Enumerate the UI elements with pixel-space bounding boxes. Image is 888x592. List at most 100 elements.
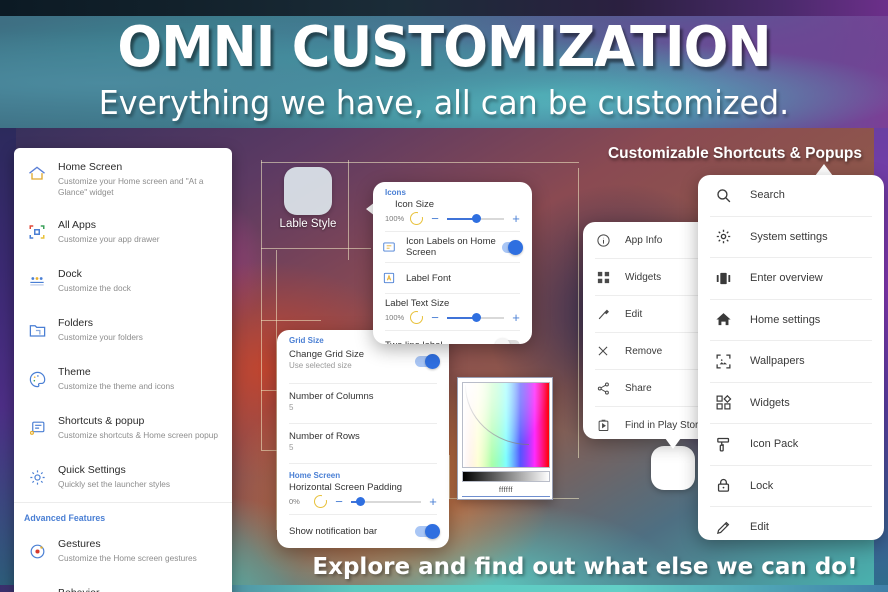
popup-item-home-settings[interactable]: Home settings [698,300,884,341]
sidebar-item-quick-settings[interactable]: Quick Settings Quickly set the launcher … [14,451,232,500]
sidebar-item-desc: Customize your app drawer [58,234,160,244]
increase-icon[interactable]: + [427,495,439,508]
show-notification-bar-toggle[interactable] [415,524,440,539]
popup-item-search[interactable]: Search [698,175,884,216]
sidebar-item-gestures[interactable]: Gestures Customize the Home screen gestu… [14,525,232,574]
sidebar-item-folders[interactable]: Folders Customize your folders [14,304,232,353]
home-icon [712,309,734,331]
icon-labels-toggle[interactable] [501,239,523,255]
color-picker-hex-input[interactable]: ffffff [462,484,550,497]
search-icon [712,184,734,206]
reset-icon[interactable] [410,212,423,225]
horizontal-padding-label: Horizontal Screen Padding [289,482,403,493]
two-line-label-toggle[interactable] [495,337,520,344]
change-grid-size-toggle[interactable] [415,354,440,369]
grid-guide-h3 [261,320,321,321]
number-of-columns-label: Number of Columns [289,391,374,402]
label-text-size-track[interactable] [447,313,504,322]
icons-popup-header: Icons [385,188,406,197]
color-picker-dialog[interactable]: ffffff [457,377,553,500]
popup-item-label: App Info [625,234,663,246]
home-screen-section-label: Home Screen [289,471,341,480]
horizontal-padding-track[interactable] [351,497,421,506]
horizontal-padding-value: 0% [289,497,300,506]
home-screen-selected-icon[interactable] [651,446,695,490]
sidebar-item-shortcuts-popup[interactable]: Shortcuts & popup Customize shortcuts & … [14,402,232,451]
popup-item-wallpapers[interactable]: Wallpapers [698,341,884,382]
icon-size-track[interactable] [447,214,504,223]
reset-icon[interactable] [314,495,327,508]
number-of-columns-row[interactable]: Number of Columns 5 [277,384,449,423]
change-grid-size-row[interactable]: Change Grid Size Use selected size [277,347,449,383]
brush-icon [593,303,613,325]
two-line-label-row[interactable]: Two line label [373,331,532,344]
popup-item-label: Enter overview [750,272,823,285]
popup-item-edit[interactable]: Edit [698,507,884,540]
popup-item-system-settings[interactable]: System settings [698,217,884,258]
icon-labels-row[interactable]: Icon Labels on Home Screen [373,232,532,262]
decrease-icon[interactable]: − [429,212,441,225]
popup-item-label: Wallpapers [750,355,805,368]
popup-item-label: Lock [750,479,774,492]
grid-guide-v5 [449,455,450,499]
popup-item-label: Widgets [750,396,790,409]
sidebar-item-label: Theme [58,366,91,378]
label-text-size-label: Label Text Size [385,298,450,309]
decrease-icon[interactable]: − [333,495,345,508]
popup-item-label: System settings [750,230,828,243]
grid-guide-h2 [261,248,371,249]
sidebar-item-label: Shortcuts & popup [58,415,145,427]
font-icon [381,267,397,289]
increase-icon[interactable]: + [510,212,522,225]
icon-size-value: 100% [385,214,405,223]
sidebar-item-desc: Quickly set the launcher styles [58,479,171,489]
sidebar-item-all-apps[interactable]: All Apps Customize your app drawer [14,206,232,255]
icon-size-slider-row[interactable]: 100% − + [373,210,532,231]
grid-guide-h1 [261,162,579,163]
increase-icon[interactable]: + [510,311,522,324]
sidebar-item-label: All Apps [58,219,96,231]
popup-item-label: Search [750,189,785,202]
gear-icon [22,462,52,492]
popup-item-lock[interactable]: Lock [698,466,884,507]
change-grid-size-desc: Use selected size [289,361,352,370]
shortcuts-icon [22,413,52,443]
popup-item-enter-overview[interactable]: Enter overview [698,258,884,299]
behavior-icon [22,585,52,592]
change-grid-size-label: Change Grid Size [289,349,364,360]
popup-item-label: Home settings [750,313,821,326]
color-picker-saturation-value-area[interactable] [462,382,550,468]
color-picker-arc-guide [465,385,529,445]
all-apps-icon [22,217,52,247]
decrease-icon[interactable]: − [429,311,441,324]
sidebar-item-label: Behavior [58,587,99,592]
sidebar-item-desc: Customize the theme and icons [58,381,175,391]
grid-guide-v4 [578,168,579,458]
reset-icon[interactable] [410,311,423,324]
popup-item-icon-pack[interactable]: Icon Pack [698,424,884,465]
sidebar-item-behavior[interactable]: Behavior Change the UI behavior [14,574,232,592]
app-screenshot: OMNI CUSTOMIZATION Everything we have, a… [0,0,888,592]
popup-item-label: Widgets [625,271,662,283]
folder-icon [22,315,52,345]
label-font-label: Label Font [406,272,451,284]
hero-subtitle: Everything we have, all can be customize… [98,83,790,122]
background-top-strip [0,0,888,16]
sidebar-item-home-screen[interactable]: Home Screen Customize your Home screen a… [14,148,232,206]
color-picker-brightness-bar[interactable] [462,471,550,482]
home-screen-app-icon[interactable] [284,167,332,215]
grid-guide-v1 [261,160,262,450]
pencil-icon [712,516,734,538]
number-of-columns-value: 5 [289,403,294,412]
sidebar-item-theme[interactable]: Theme Customize the theme and icons [14,353,232,402]
label-text-size-slider-row[interactable]: 100% − + [373,309,532,330]
icon-labels-label: Icon Labels on Home Screen [406,236,496,258]
palette-icon [22,364,52,394]
sidebar-item-dock[interactable]: Dock Customize the dock [14,255,232,304]
popup-item-widgets[interactable]: Widgets [698,383,884,424]
show-notification-bar-row[interactable]: Show notification bar [277,515,449,548]
icon-size-label: Icon Size [395,199,435,210]
number-of-rows-row[interactable]: Number of Rows 5 [277,424,449,463]
label-font-row[interactable]: Label Font [373,263,532,293]
horizontal-padding-slider-row[interactable]: 0% − + [277,493,449,514]
